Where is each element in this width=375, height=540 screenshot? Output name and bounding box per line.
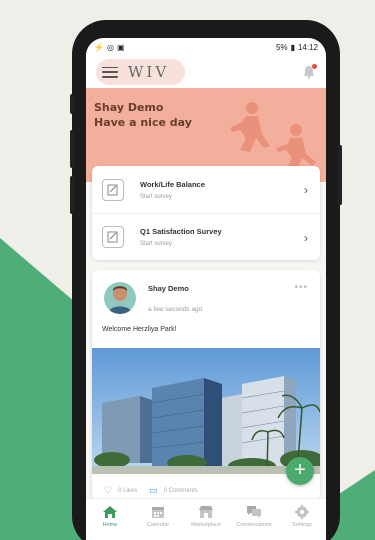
whatsapp-icon: ◎: [106, 42, 114, 52]
survey-subtitle: Start survey: [140, 193, 173, 200]
calendar-icon: [152, 507, 164, 518]
chevron-right-icon: ›: [304, 231, 308, 245]
comment-icon[interactable]: ▭: [149, 485, 158, 496]
notification-dot: [312, 64, 317, 69]
top-bar: WIV: [86, 56, 326, 88]
tab-label: Conversations: [236, 522, 272, 528]
post-reactions: ♡ 0 Likes ▭ 0 Comments: [104, 485, 198, 496]
survey-form-icon: [102, 226, 124, 248]
chevron-right-icon: ›: [304, 183, 308, 197]
home-icon: [103, 506, 117, 518]
survey-title: Q1 Satisfaction Survey: [140, 227, 222, 236]
conversations-icon: [247, 506, 261, 518]
app-logo: WIV: [128, 63, 170, 81]
battery-percent: 5%: [276, 42, 288, 52]
menu-logo-pill[interactable]: WIV: [96, 59, 186, 85]
marketplace-icon: [199, 506, 213, 518]
tab-conversations[interactable]: Conversations: [230, 505, 278, 528]
clock: 14:12: [297, 42, 318, 52]
phone-power-button: [338, 145, 342, 205]
image-icon: ▣: [116, 42, 125, 52]
likes-count: 0 Likes: [118, 487, 138, 494]
status-bar: ⚡ ◎ ▣ 5% ▮ 14:12: [86, 38, 326, 56]
phone-volume-button: [70, 176, 74, 214]
survey-form-icon: [102, 178, 124, 201]
more-options-icon[interactable]: •••: [294, 282, 308, 293]
post-author[interactable]: Shay Demo: [148, 284, 202, 293]
post-image[interactable]: [92, 348, 320, 474]
add-post-button[interactable]: +: [286, 457, 314, 485]
tab-home[interactable]: Home: [86, 505, 134, 528]
bottom-tab-bar: Home Calendar Marketplace Conversations …: [86, 498, 326, 540]
hamburger-menu-icon[interactable]: [102, 66, 118, 78]
heart-icon[interactable]: ♡: [104, 485, 112, 496]
phone-volume-button: [70, 130, 74, 168]
phone-volume-button: [70, 94, 74, 114]
post-text: Welcome Herzliya Park!: [102, 326, 177, 333]
surveys-card: Work/Life Balance Start survey › Q1 Sati…: [92, 166, 320, 260]
tab-calendar[interactable]: Calendar: [134, 505, 182, 528]
survey-subtitle: Start survey: [140, 241, 173, 247]
settings-icon: [295, 505, 309, 519]
tab-label: Calendar: [146, 522, 170, 528]
tab-label: Settings: [292, 522, 312, 528]
battery-icon: ▮: [290, 42, 295, 52]
notifications-button[interactable]: [302, 64, 317, 79]
tab-marketplace[interactable]: Marketplace: [182, 505, 230, 528]
tab-label: Home: [102, 522, 118, 528]
plus-icon: +: [294, 459, 306, 481]
usb-icon: ⚡: [94, 42, 104, 52]
survey-item[interactable]: Work/Life Balance Start survey ›: [92, 166, 320, 213]
post-time: a few seconds ago: [148, 306, 203, 313]
tab-settings[interactable]: Settings: [278, 505, 326, 528]
tab-label: Marketplace: [191, 522, 221, 528]
avatar[interactable]: [104, 282, 136, 314]
comments-count: 0 Comments: [163, 487, 198, 494]
survey-title: Work/Life Balance: [140, 179, 205, 189]
survey-item[interactable]: Q1 Satisfaction Survey Start survey ›: [92, 213, 320, 260]
